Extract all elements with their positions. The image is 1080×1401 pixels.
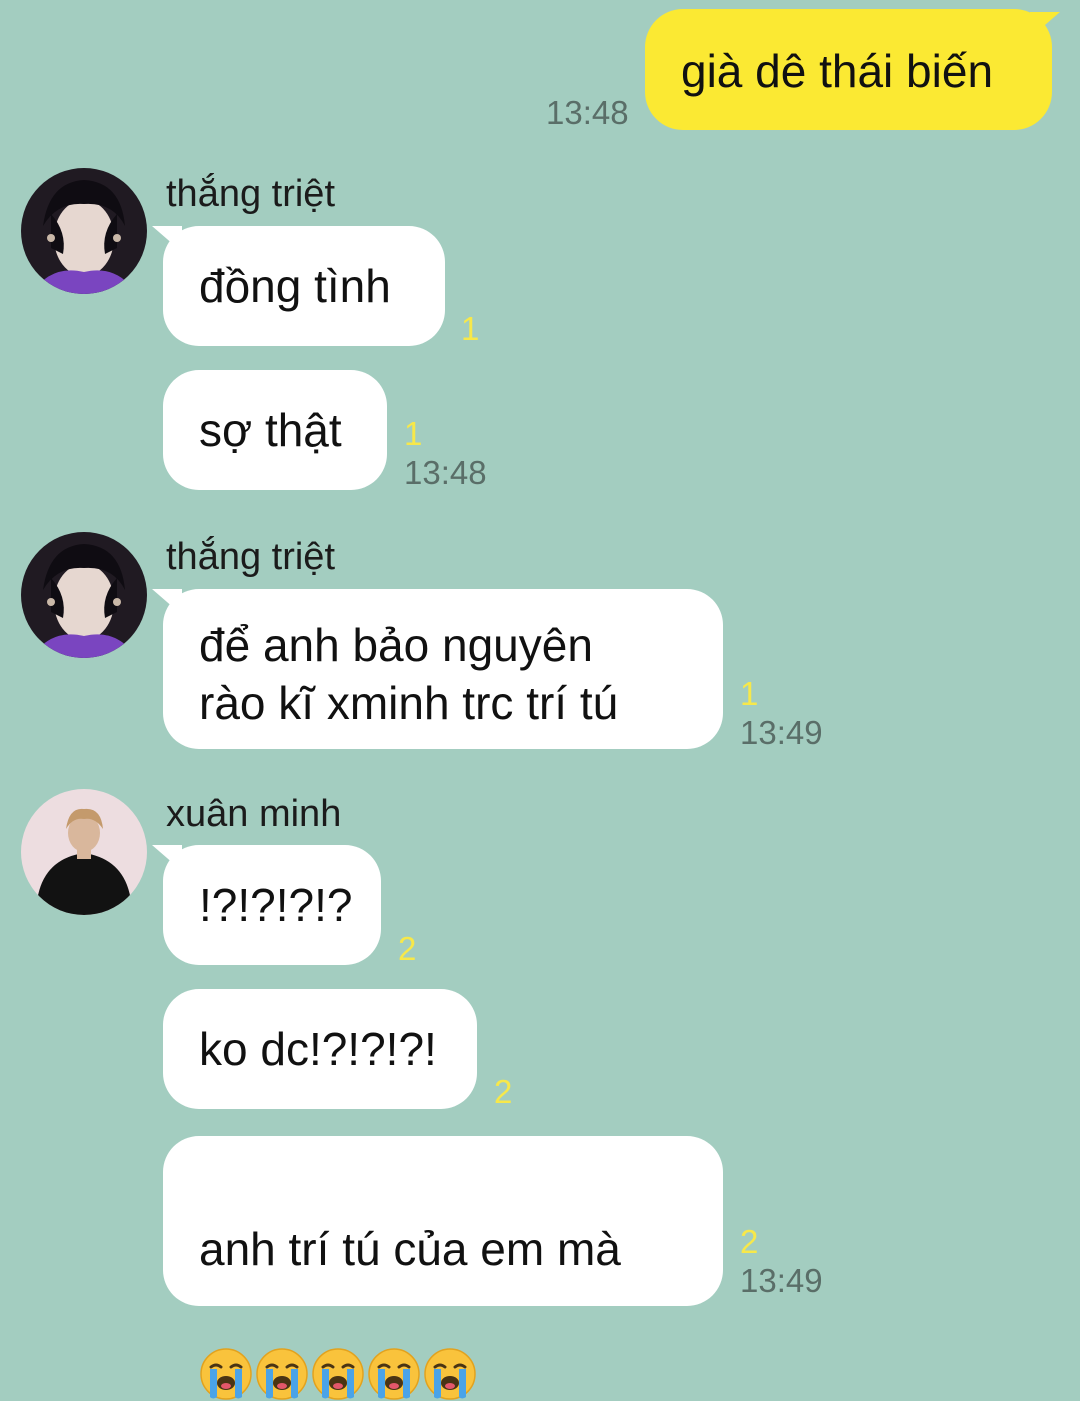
loudly-crying-face-icon: [256, 1348, 308, 1400]
unread-count: 1: [740, 675, 759, 712]
message-timestamp: 13:49: [740, 714, 823, 751]
emoji-row: [199, 1341, 479, 1401]
incoming-message-bubble[interactable]: anh trí tú của em mà: [163, 1136, 723, 1400]
chat-area: già dê thái biến 13:48 thắng triệt đồng …: [0, 0, 1080, 1400]
unread-count: 1: [404, 415, 423, 452]
loudly-crying-face-icon: [424, 1348, 476, 1400]
unread-count: 1: [461, 310, 480, 347]
incoming-message-bubble[interactable]: !?!?!?!?: [163, 845, 381, 965]
sender-name: thắng triệt: [166, 536, 335, 578]
incoming-message-bubble[interactable]: sợ thật: [163, 370, 387, 490]
loudly-crying-face-icon: [200, 1348, 252, 1400]
avatar[interactable]: [21, 789, 147, 915]
message-timestamp: 13:48: [404, 454, 487, 491]
sender-name: thắng triệt: [166, 173, 335, 215]
avatar[interactable]: [21, 168, 147, 294]
loudly-crying-face-icon: [368, 1348, 420, 1400]
incoming-message-bubble[interactable]: để anh bảo nguyên rào kĩ xminh trc trí t…: [163, 589, 723, 749]
message-timestamp: 13:49: [740, 1262, 823, 1299]
incoming-message-bubble[interactable]: đồng tình: [163, 226, 445, 346]
loudly-crying-face-icon: [312, 1348, 364, 1400]
unread-count: 2: [398, 930, 417, 967]
sender-name: xuân minh: [166, 793, 342, 835]
avatar[interactable]: [21, 532, 147, 658]
message-timestamp: 13:48: [546, 94, 629, 131]
unread-count: 2: [494, 1073, 513, 1110]
outgoing-message-bubble[interactable]: già dê thái biến: [645, 9, 1052, 130]
message-text: anh trí tú của em mà: [199, 1223, 621, 1275]
unread-count: 2: [740, 1223, 759, 1260]
incoming-message-bubble[interactable]: ko dc!?!?!?!: [163, 989, 477, 1109]
